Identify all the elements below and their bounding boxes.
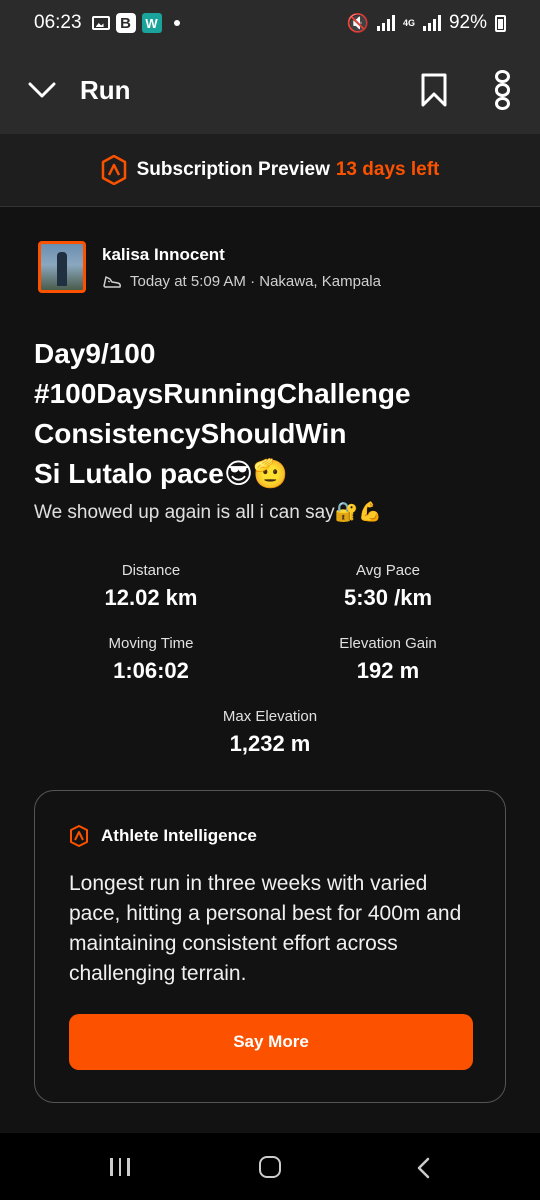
battery-percent: 92% xyxy=(448,12,487,33)
stat-distance: Distance 12.02 km xyxy=(31,562,271,611)
status-bar: 06:23 B W 🔇 4G 92% xyxy=(0,0,540,46)
stat-value: 1,232 m xyxy=(229,731,311,756)
home-button[interactable] xyxy=(259,1156,281,1178)
stat-label: Moving Time xyxy=(108,635,194,652)
stat-value: 5:30 /km xyxy=(343,585,433,610)
signal-icon xyxy=(376,15,395,31)
recents-button[interactable] xyxy=(110,1158,130,1176)
notification-icons: B W xyxy=(91,13,180,33)
stat-max-elevation: Max Elevation 1,232 m xyxy=(150,708,390,757)
system-nav-bar xyxy=(0,1133,540,1200)
more-dot-icon xyxy=(494,70,510,84)
stat-label: Elevation Gain xyxy=(339,635,437,652)
system-icons: 🔇 4G 92% xyxy=(347,12,506,34)
bookmark-button[interactable] xyxy=(420,72,448,108)
athlete-intelligence-card: Athlete Intelligence Longest run in thre… xyxy=(34,790,506,1103)
collapse-button[interactable] xyxy=(28,76,56,104)
more-dot-icon xyxy=(494,83,510,97)
avatar[interactable] xyxy=(38,241,86,293)
stat-value: 192 m xyxy=(356,658,420,683)
athlete-name[interactable]: kalisa Innocent xyxy=(102,245,381,265)
stat-elevation-gain: Elevation Gain 192 m xyxy=(268,635,508,684)
ai-summary: Longest run in three weeks with varied p… xyxy=(69,872,462,985)
athlete-header: kalisa Innocent Today at 5:09 AM · Nakaw… xyxy=(38,241,381,293)
strava-logo-icon xyxy=(101,155,126,185)
stat-moving-time: Moving Time 1:06:02 xyxy=(31,635,271,684)
w-app-icon: W xyxy=(141,13,162,33)
stat-avg-pace: Avg Pace 5:30 /km xyxy=(268,562,508,611)
page-title: Run xyxy=(80,74,131,105)
back-icon[interactable] xyxy=(414,1157,434,1179)
shoe-icon xyxy=(103,275,121,288)
activity-meta: Today at 5:09 AM · Nakawa, Kampala xyxy=(102,273,381,290)
stat-value: 12.02 km xyxy=(104,585,198,610)
stat-label: Distance xyxy=(121,562,181,579)
say-more-button[interactable]: Say More xyxy=(69,1014,473,1070)
b-app-icon: B xyxy=(115,13,136,33)
stat-value: 1:06:02 xyxy=(113,658,189,683)
ai-header: Athlete Intelligence xyxy=(69,825,257,847)
activity-title: Day9/100 #100DaysRunningChallenge Consis… xyxy=(34,338,411,489)
top-app-bar: Run xyxy=(0,46,540,134)
athlete-info: kalisa Innocent Today at 5:09 AM · Nakaw… xyxy=(102,241,381,293)
strava-logo-icon xyxy=(70,825,88,847)
activity-datetime-location: Today at 5:09 AM · Nakawa, Kampala xyxy=(130,273,381,290)
more-dot-icon xyxy=(494,96,510,110)
more-options-button[interactable] xyxy=(492,70,512,110)
stat-label: Avg Pace xyxy=(356,562,420,579)
mute-icon: 🔇 xyxy=(346,12,369,33)
network-type-icon: 4G xyxy=(402,17,415,28)
bookmark-icon xyxy=(421,73,447,107)
more-notifications-icon xyxy=(173,20,180,26)
signal-icon-2 xyxy=(422,15,441,31)
stat-label: Max Elevation xyxy=(222,708,318,725)
subscription-label: Subscription Preview xyxy=(136,159,330,180)
battery-icon xyxy=(495,14,506,32)
activity-description: We showed up again is all i can say🔐💪 xyxy=(34,502,382,523)
subscription-banner[interactable]: Subscription Preview 13 days left xyxy=(0,134,540,207)
status-time: 06:23 xyxy=(34,12,82,33)
ai-title: Athlete Intelligence xyxy=(101,826,257,845)
subscription-days-left: 13 days left xyxy=(335,159,440,180)
chevron-down-icon xyxy=(28,82,56,98)
gallery-icon xyxy=(91,16,110,30)
